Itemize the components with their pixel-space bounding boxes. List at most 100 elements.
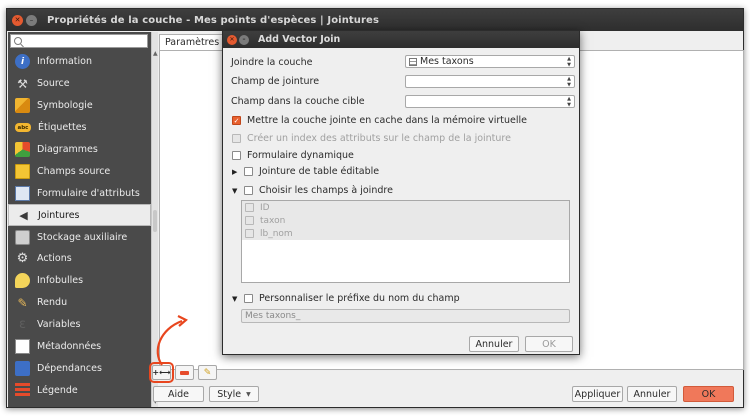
index-checkbox (232, 134, 241, 143)
dependencies-icon (15, 360, 30, 376)
field-label: taxon (260, 215, 286, 226)
index-checkbox-row: Créer un index des attributs sur le cham… (232, 133, 511, 144)
editable-join-group[interactable]: ▶ Jointure de table éditable (232, 166, 379, 177)
variables-icon: ε (18, 317, 27, 333)
join-field-select[interactable]: ▲ ▼ (405, 75, 575, 88)
dialog-minimize-icon[interactable]: – (239, 34, 249, 45)
expand-arrow-icon[interactable]: ▶ (232, 168, 240, 176)
sidebar-item-label: Infobulles (37, 275, 84, 287)
combo-arrows-icon: ▲ ▼ (567, 76, 571, 88)
dialog-cancel-button[interactable]: Annuler (469, 336, 519, 352)
editable-join-checkbox[interactable] (244, 167, 253, 176)
sidebar-item-label: Dépendances (37, 362, 102, 374)
style-dropdown[interactable]: Style ▼ (209, 386, 259, 402)
cache-checkbox-row[interactable]: ✓ Mettre la couche jointe en cache dans … (232, 115, 527, 126)
apply-button[interactable]: Appliquer (572, 386, 623, 402)
sidebar-item-label: Formulaire d'attributs (37, 187, 140, 199)
field-checkbox (245, 216, 254, 225)
joins-icon: ◀ (19, 208, 28, 222)
sidebar-item-label: Information (37, 56, 92, 68)
sidebar-item-label: Métadonnées (37, 341, 102, 353)
field-checkbox (245, 203, 254, 212)
source-icon: ⚒ (17, 76, 28, 91)
dynamic-form-checkbox[interactable] (232, 151, 241, 160)
sidebar-item-information[interactable]: i Information (8, 51, 151, 73)
field-label: ID (260, 202, 270, 213)
sidebar-item-variables[interactable]: ε Variables (8, 314, 151, 336)
sidebar-item-label: Étiquettes (38, 122, 87, 134)
collapse-arrow-icon[interactable]: ▼ (232, 295, 240, 303)
legend-icon (15, 382, 30, 398)
sidebar-item-dependances[interactable]: Dépendances (8, 357, 151, 379)
cache-checkbox[interactable]: ✓ (232, 116, 241, 125)
join-layer-select[interactable]: Mes taxons ▲ ▼ (405, 55, 575, 68)
sidebar-search-input[interactable] (10, 34, 148, 48)
combo-arrows-icon: ▲ ▼ (567, 96, 571, 108)
add-vector-join-dialog: ✕ – Add Vector Join Joindre la couche Me… (222, 30, 580, 355)
sidebar-item-actions[interactable]: ⚙ Actions (8, 248, 151, 270)
window-title: Propriétés de la couche - Mes points d'e… (47, 14, 379, 26)
sidebar-item-label: Source (37, 78, 70, 90)
sidebar-item-champs-source[interactable]: Champs source (8, 160, 151, 182)
chevron-down-icon: ▼ (246, 390, 251, 398)
list-item: lb_nom (242, 227, 569, 240)
dialog-ok-button: OK (525, 336, 573, 352)
sidebar-item-infobulles[interactable]: Infobulles (8, 270, 151, 292)
choose-fields-checkbox[interactable] (244, 186, 253, 195)
dynamic-form-label: Formulaire dynamique (247, 150, 354, 161)
sidebar-item-label: Légende (37, 384, 78, 396)
sidebar-item-label: Actions (37, 253, 72, 265)
fields-list: ID taxon lb_nom (241, 200, 570, 283)
remove-join-icon (180, 370, 189, 375)
attribute-form-icon (15, 185, 30, 201)
scroll-up-icon[interactable]: ▲ (153, 50, 158, 57)
sidebar-item-label: Symbologie (37, 100, 93, 112)
symbology-icon (15, 98, 30, 114)
search-icon (14, 37, 22, 45)
style-label: Style (217, 388, 242, 400)
dynamic-form-checkbox-row[interactable]: Formulaire dynamique (232, 150, 354, 161)
sidebar-item-formulaire[interactable]: Formulaire d'attributs (8, 182, 151, 204)
list-item: ID (242, 201, 569, 214)
cancel-button[interactable]: Annuler (627, 386, 677, 402)
sidebar-item-metadonnees[interactable]: Métadonnées (8, 336, 151, 358)
sidebar-item-rendu[interactable]: ✎ Rendu (8, 292, 151, 314)
target-field-label: Champ dans la couche cible (231, 96, 365, 107)
combo-arrows-icon: ▲ ▼ (567, 56, 571, 68)
sidebar-item-jointures[interactable]: ◀ Jointures (8, 204, 151, 227)
sidebar-item-diagrammes[interactable]: Diagrammes (8, 139, 151, 161)
sidebar-item-etiquettes[interactable]: abc Étiquettes (8, 117, 151, 139)
actions-icon: ⚙ (16, 251, 29, 267)
sidebar-item-label: Jointures (38, 209, 80, 221)
sidebar-item-source[interactable]: ⚒ Source (8, 73, 151, 95)
cache-label: Mettre la couche jointe en cache dans la… (247, 115, 528, 126)
callout-arrow-icon (156, 315, 188, 366)
list-item: taxon (242, 214, 569, 227)
sidebar-list: i Information ⚒ Source Symbologie abc Ét… (8, 51, 151, 401)
dialog-title: Add Vector Join (258, 34, 341, 45)
window-close-icon[interactable]: ✕ (12, 14, 23, 26)
help-button[interactable]: Aide (153, 386, 204, 402)
auxiliary-storage-icon (15, 229, 30, 245)
field-checkbox (245, 229, 254, 238)
scrollbar-thumb[interactable] (153, 210, 157, 232)
choose-fields-group[interactable]: ▼ Choisir les champs à joindre (232, 185, 393, 196)
prefix-checkbox[interactable] (244, 294, 253, 303)
ok-button[interactable]: OK (683, 386, 734, 402)
dialog-close-icon[interactable]: ✕ (227, 34, 237, 45)
target-field-select[interactable]: ▲ ▼ (405, 95, 575, 108)
window-minimize-icon[interactable]: – (26, 14, 37, 26)
collapse-arrow-icon[interactable]: ▼ (232, 187, 240, 195)
prefix-group[interactable]: ▼ Personnaliser le préfixe du nom du cha… (232, 293, 460, 304)
prefix-input: Mes taxons_ (241, 309, 570, 323)
edit-join-button[interactable]: ✎ (198, 365, 217, 380)
diagrams-icon (15, 142, 30, 157)
source-fields-icon (15, 163, 30, 179)
sidebar-item-stockage[interactable]: Stockage auxiliaire (8, 226, 151, 248)
tab-parametres[interactable]: Paramètres (159, 34, 226, 50)
tooltips-icon (15, 273, 30, 289)
sidebar-item-label: Diagrammes (37, 144, 98, 155)
dialog-titlebar: ✕ – Add Vector Join (223, 31, 579, 48)
sidebar-item-symbologie[interactable]: Symbologie (8, 95, 151, 117)
sidebar-item-legende[interactable]: Légende (8, 379, 151, 401)
